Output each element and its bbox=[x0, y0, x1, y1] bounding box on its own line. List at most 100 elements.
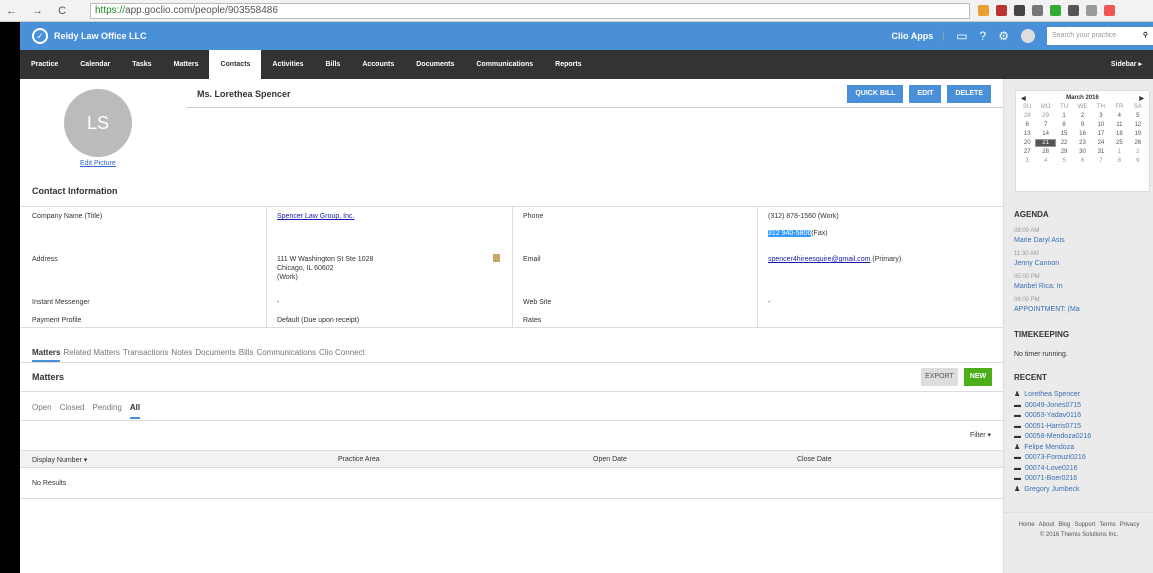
new-matter-button[interactable]: NEW bbox=[964, 368, 992, 386]
sidebar-toggle[interactable]: Sidebar ▸ bbox=[1100, 50, 1153, 79]
map-icon[interactable] bbox=[493, 254, 500, 262]
filter-dropdown[interactable]: Filter ▾ bbox=[970, 431, 991, 439]
clio-logo-icon[interactable]: ✓ bbox=[32, 28, 48, 44]
tab-transactions[interactable]: Transactions bbox=[123, 348, 169, 362]
calendar-day[interactable]: 11 bbox=[1110, 122, 1128, 128]
recent-item[interactable]: ▬ 00073-Forouzi0216 bbox=[1014, 453, 1091, 464]
calendar-day[interactable]: 8 bbox=[1110, 158, 1128, 164]
recent-label[interactable]: 00058-Mendoza0216 bbox=[1025, 433, 1091, 440]
prev-month-icon[interactable]: ◀ bbox=[1021, 95, 1026, 102]
recent-item[interactable]: ▬ 00053-Yadav0116 bbox=[1014, 411, 1091, 422]
tab-related-matters[interactable]: Related Matters bbox=[63, 348, 119, 362]
calendar-day[interactable]: 3 bbox=[1018, 158, 1036, 164]
calendar-day[interactable]: 28 bbox=[1018, 113, 1036, 119]
agenda-item[interactable]: 11:30 AM Jenny Cannon bbox=[1014, 250, 1059, 268]
recent-label[interactable]: 00073-Forouzi0216 bbox=[1025, 454, 1086, 461]
calendar-day[interactable]: 26 bbox=[1129, 140, 1147, 146]
nav-communications[interactable]: Communications bbox=[465, 50, 544, 79]
subtab-pending[interactable]: Pending bbox=[92, 403, 121, 419]
subtab-all[interactable]: All bbox=[129, 403, 141, 419]
nav-accounts[interactable]: Accounts bbox=[351, 50, 405, 79]
footer-link-home[interactable]: Home bbox=[1019, 522, 1035, 528]
calendar-day[interactable]: 9 bbox=[1129, 158, 1147, 164]
agenda-item[interactable]: 05:00 PM Maribel Rica: In bbox=[1014, 273, 1063, 291]
col-close-date[interactable]: Close Date bbox=[797, 456, 832, 463]
calendar-day[interactable]: 24 bbox=[1092, 140, 1110, 146]
subtab-open[interactable]: Open bbox=[32, 403, 52, 419]
calendar-day[interactable]: 2 bbox=[1073, 113, 1091, 119]
tab-matters[interactable]: Matters bbox=[32, 348, 61, 362]
export-button[interactable]: EXPORT bbox=[921, 368, 958, 386]
address-bar[interactable]: https://app.goclio.com/people/903558486 bbox=[90, 2, 970, 19]
col-display-number[interactable]: Display Number ▾ bbox=[32, 456, 87, 464]
calendar-day[interactable]: 29 bbox=[1055, 149, 1073, 155]
footer-link-terms[interactable]: Terms bbox=[1099, 522, 1115, 528]
calendar-day[interactable]: 25 bbox=[1110, 140, 1128, 146]
footer-link-about[interactable]: About bbox=[1039, 522, 1055, 528]
calendar-day[interactable]: 23 bbox=[1073, 140, 1091, 146]
nav-documents[interactable]: Documents bbox=[405, 50, 465, 79]
calendar-day[interactable]: 1 bbox=[1055, 113, 1073, 119]
nav-contacts[interactable]: Contacts bbox=[209, 50, 262, 79]
recent-label[interactable]: 00051-Harris0715 bbox=[1025, 423, 1081, 430]
recent-item[interactable]: ♟ Lorethea Spencer bbox=[1014, 390, 1091, 401]
email-link[interactable]: spencer4hireesquire@gmail.com bbox=[768, 256, 870, 263]
agenda-name[interactable]: APPOINTMENT: (Ma bbox=[1014, 305, 1080, 314]
col-open-date[interactable]: Open Date bbox=[593, 456, 627, 463]
calendar-day[interactable]: 19 bbox=[1129, 131, 1147, 137]
agenda-item[interactable]: 08:00 AM Marie Daryl Asis bbox=[1014, 227, 1065, 245]
calendar-day[interactable]: 14 bbox=[1036, 131, 1054, 137]
recent-label[interactable]: 00071-Boer0216 bbox=[1025, 475, 1077, 482]
recent-item[interactable]: ▬ 00074-Love0216 bbox=[1014, 464, 1091, 475]
inbox-icon[interactable]: ▭ bbox=[956, 29, 967, 43]
calendar-day[interactable]: 4 bbox=[1110, 113, 1128, 119]
calendar-day[interactable]: 21 bbox=[1035, 139, 1056, 147]
tab-documents[interactable]: Documents bbox=[195, 348, 235, 362]
calendar-day[interactable]: 18 bbox=[1110, 131, 1128, 137]
calendar-day[interactable]: 31 bbox=[1092, 149, 1110, 155]
nav-bills[interactable]: Bills bbox=[315, 50, 352, 79]
calendar-day[interactable]: 3 bbox=[1092, 113, 1110, 119]
nav-reports[interactable]: Reports bbox=[544, 50, 592, 79]
calendar-day[interactable]: 17 bbox=[1092, 131, 1110, 137]
clio-apps-link[interactable]: Clio Apps bbox=[892, 31, 945, 41]
recent-item[interactable]: ♟ Felipe Mendoza bbox=[1014, 443, 1091, 454]
calendar-day[interactable]: 7 bbox=[1036, 122, 1054, 128]
agenda-name[interactable]: Jenny Cannon bbox=[1014, 259, 1059, 268]
recent-label[interactable]: 00049-Jones0715 bbox=[1025, 402, 1081, 409]
recent-item[interactable]: ♟ Gregory Jumbeck bbox=[1014, 485, 1091, 496]
recent-item[interactable]: ▬ 00058-Mendoza0216 bbox=[1014, 432, 1091, 443]
subtab-closed[interactable]: Closed bbox=[60, 403, 85, 419]
tab-clio-connect[interactable]: Clio Connect bbox=[319, 348, 365, 362]
footer-link-support[interactable]: Support bbox=[1074, 522, 1095, 528]
calendar-day[interactable]: 13 bbox=[1018, 131, 1036, 137]
firm-name[interactable]: Reidy Law Office LLC bbox=[54, 31, 147, 41]
user-avatar[interactable] bbox=[1021, 29, 1035, 43]
calendar-day[interactable]: 7 bbox=[1092, 158, 1110, 164]
nav-calendar[interactable]: Calendar bbox=[69, 50, 121, 79]
calendar-day[interactable]: 1 bbox=[1110, 149, 1128, 155]
tab-notes[interactable]: Notes bbox=[171, 348, 192, 362]
nav-tasks[interactable]: Tasks bbox=[121, 50, 162, 79]
col-practice-area[interactable]: Practice Area bbox=[338, 456, 380, 463]
calendar-day[interactable]: 4 bbox=[1036, 158, 1054, 164]
calendar-day[interactable]: 8 bbox=[1055, 122, 1073, 128]
search-input[interactable]: Search your practice ⚲ bbox=[1047, 27, 1153, 45]
quick-bill-button[interactable]: QUICK BILL bbox=[847, 85, 904, 103]
next-month-icon[interactable]: ▶ bbox=[1139, 95, 1144, 102]
extension-icons[interactable] bbox=[978, 5, 1115, 16]
recent-item[interactable]: ▬ 00049-Jones0715 bbox=[1014, 401, 1091, 412]
calendar-day[interactable]: 10 bbox=[1092, 122, 1110, 128]
calendar-day[interactable]: 20 bbox=[1018, 140, 1036, 146]
nav-practice[interactable]: Practice bbox=[20, 50, 69, 79]
agenda-name[interactable]: Marie Daryl Asis bbox=[1014, 236, 1065, 245]
tab-communications[interactable]: Communications bbox=[256, 348, 316, 362]
recent-item[interactable]: ▬ 00051-Harris0715 bbox=[1014, 422, 1091, 433]
calendar-day[interactable]: 9 bbox=[1073, 122, 1091, 128]
agenda-name[interactable]: Maribel Rica: In bbox=[1014, 282, 1063, 291]
company-link[interactable]: Spencer Law Group, Inc. bbox=[277, 212, 354, 221]
gear-icon[interactable]: ⚙ bbox=[998, 29, 1009, 43]
calendar-day[interactable]: 30 bbox=[1073, 149, 1091, 155]
recent-label[interactable]: 00074-Love0216 bbox=[1025, 465, 1078, 472]
help-icon[interactable]: ? bbox=[980, 29, 987, 43]
